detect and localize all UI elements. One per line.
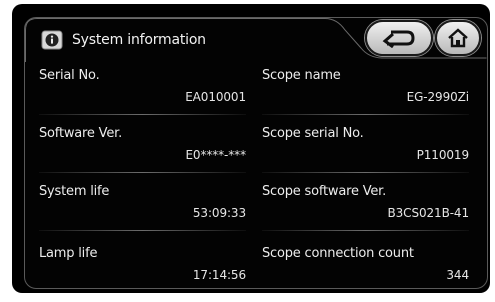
home-button[interactable]: [435, 20, 481, 56]
scope-serial-no-value: P110019: [416, 148, 469, 162]
back-button[interactable]: [365, 20, 433, 56]
divider: [39, 114, 246, 115]
lamp-life-field: Lamp life 17:14:56: [39, 246, 246, 302]
serial-no-label: Serial No.: [39, 68, 100, 83]
lamp-life-label: Lamp life: [39, 246, 98, 261]
home-icon: [448, 28, 468, 48]
system-information-panel: System information Serial No. EA010001 S…: [24, 17, 488, 289]
serial-no-value: EA010001: [185, 90, 246, 104]
scope-name-value: EG-2990Zi: [406, 90, 470, 104]
software-ver-value: E0****-***: [185, 148, 246, 162]
scope-connection-count-value: 344: [446, 268, 469, 282]
scope-connection-count-field: Scope connection count 344: [262, 246, 469, 302]
scope-name-label: Scope name: [262, 68, 341, 83]
scope-serial-no-field: Scope serial No. P110019: [262, 126, 469, 182]
back-arrow-icon: [382, 30, 415, 48]
scope-software-ver-value: B3CS021B-41: [387, 206, 470, 220]
divider: [39, 230, 246, 231]
lamp-life-value: 17:14:56: [192, 268, 246, 282]
software-ver-field: Software Ver. E0****-***: [39, 126, 246, 182]
divider: [262, 114, 469, 115]
divider: [262, 172, 469, 173]
system-life-field: System life 53:09:33: [39, 184, 246, 240]
scope-software-ver-label: Scope software Ver.: [262, 184, 387, 199]
software-ver-label: Software Ver.: [39, 126, 123, 141]
scope-serial-no-label: Scope serial No.: [262, 126, 364, 141]
system-life-value: 53:09:33: [192, 206, 246, 220]
system-life-label: System life: [39, 184, 110, 199]
divider: [262, 230, 469, 231]
scope-connection-count-label: Scope connection count: [262, 246, 414, 261]
scope-software-ver-field: Scope software Ver. B3CS021B-41: [262, 184, 469, 240]
divider: [39, 172, 246, 173]
info-icon: [41, 30, 63, 50]
page-title: System information: [72, 32, 206, 48]
serial-no-field: Serial No. EA010001: [39, 68, 246, 124]
title-bar: System information: [25, 18, 487, 62]
scope-name-field: Scope name EG-2990Zi: [262, 68, 469, 124]
